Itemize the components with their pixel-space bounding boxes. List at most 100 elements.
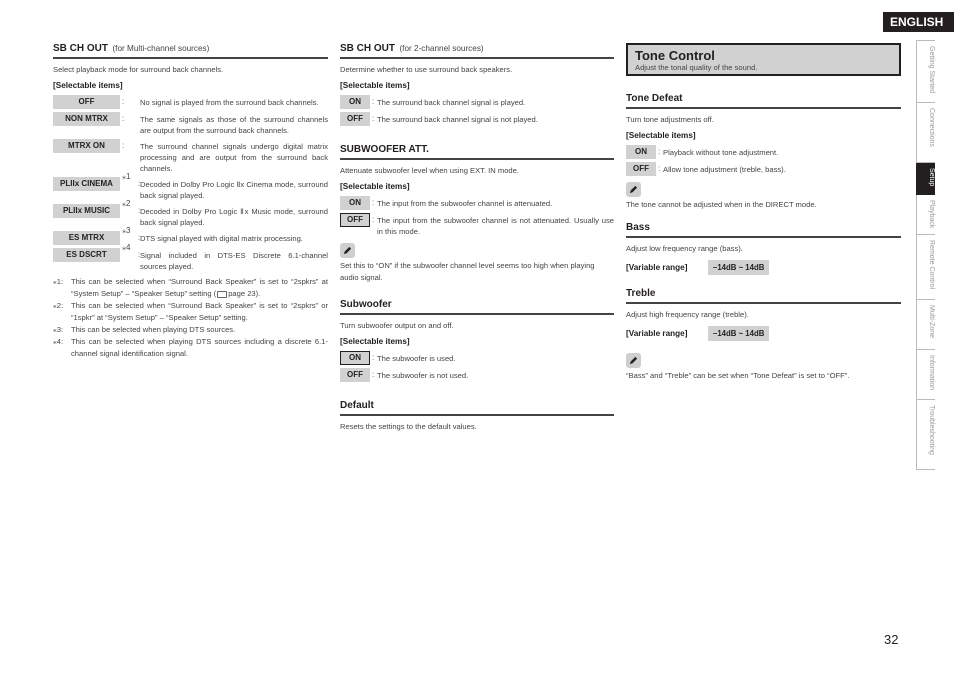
option-label: OFF — [626, 162, 656, 176]
tone-control-box: Tone Control Adjust the tonal quality of… — [626, 43, 901, 76]
colon: : — [122, 114, 125, 123]
section-title: Treble — [626, 288, 656, 299]
option-label: OFF — [340, 368, 370, 382]
footnote: ⁎1: This can be selected when “Surround … — [53, 276, 328, 300]
option-off: OFF : Allow tone adjustment (treble, bas… — [626, 162, 901, 176]
footnote-mark: ⁎2: — [53, 301, 64, 310]
section-title: Subwoofer — [340, 299, 392, 310]
selectable-heading: [Selectable items] — [53, 81, 123, 90]
option-off-default: OFF : The input from the subwoofer chann… — [340, 213, 614, 237]
colon: : — [372, 97, 375, 106]
tab-remote-control[interactable]: Remote Control — [916, 235, 935, 300]
footnote-text: This can be selected when playing DTS so… — [71, 337, 328, 358]
tip-text: Set this to “ON” if the subwoofer channe… — [340, 261, 595, 282]
tip-text: The tone cannot be adjusted when in the … — [626, 200, 817, 209]
colon: : — [122, 97, 125, 106]
option-text: DTS signal played with digital matrix pr… — [140, 234, 303, 243]
option-label: PLIIx MUSIC — [53, 204, 120, 218]
tab-getting-started[interactable]: Getting Started — [916, 40, 935, 103]
option-text: The input from the subwoofer channel is … — [377, 216, 614, 236]
selectable-heading: [Selectable items] — [340, 182, 410, 191]
section-header: SB CH OUT (for 2-channel sources) — [340, 38, 614, 59]
option-text: The input from the subwoofer channel is … — [377, 199, 553, 208]
tab-information[interactable]: Information — [916, 350, 935, 400]
colon: : — [372, 370, 375, 379]
option-text: The same signals as those of the surroun… — [140, 115, 328, 135]
option-pliix-cinema: PLIIx CINEMA ⁎1 : Decoded in Dolby Pro L… — [53, 172, 328, 201]
colon: : — [658, 164, 661, 173]
option-text: Signal included in DTS-ES Discrete 6.1-c… — [140, 251, 328, 271]
language-label: ENGLISH — [883, 12, 954, 32]
pencil-icon — [626, 182, 641, 197]
section-title: SUBWOOFER ATT. — [340, 144, 429, 155]
option-off: OFF : The surround back channel signal i… — [340, 112, 614, 126]
option-text: The surround channel signals undergo dig… — [140, 142, 328, 173]
footnote-text: This can be selected when “Surround Back… — [71, 276, 328, 300]
tab-setup[interactable]: Setup — [916, 163, 935, 195]
footnote-mark: ⁎1 — [122, 172, 131, 181]
option-label: ES MTRX — [53, 231, 120, 245]
tab-multi-zone[interactable]: Multi-Zone — [916, 300, 935, 350]
column-sb-ch-out-multi: SB CH OUT (for Multi-channel sources) Se… — [53, 38, 328, 360]
option-label: ON — [340, 196, 370, 210]
footnote: ⁎4: This can be selected when playing DT… — [53, 336, 328, 360]
footnote-mark: ⁎4: — [53, 337, 64, 346]
section-title: Tone Defeat — [626, 93, 683, 104]
colon: : — [122, 141, 125, 150]
option-on: ON : Playback without tone adjustment. — [626, 145, 901, 159]
option-label: OFF — [53, 95, 120, 109]
section-header: Default — [340, 395, 614, 416]
tip-text: “Bass” and “Treble” can be set when “Ton… — [626, 371, 850, 380]
tab-playback[interactable]: Playback — [916, 195, 935, 235]
footnote-mark: ⁎3: — [53, 325, 64, 334]
colon: : — [372, 353, 375, 362]
option-text: The surround back channel signal is not … — [377, 115, 538, 124]
option-label: OFF — [340, 112, 370, 126]
section-description: Determine whether to use surround back s… — [340, 65, 513, 74]
page-number: 32 — [884, 632, 899, 647]
tone-control-title: Tone Control — [635, 48, 715, 63]
section-description: Adjust low frequency range (bass). — [626, 244, 743, 253]
footnote: ⁎3: This can be selected when playing DT… — [53, 324, 328, 336]
tone-control-subtitle: Adjust the tonal quality of the sound. — [635, 63, 758, 72]
option-off: OFF : No signal is played from the surro… — [53, 95, 328, 109]
option-pliix-music: PLIIx MUSIC ⁎2 : Decoded in Dolby Pro Lo… — [53, 199, 328, 228]
section-description: Turn subwoofer output on and off. — [340, 321, 454, 330]
option-es-dscrt: ES DSCRT ⁎4 : Signal included in DTS-ES … — [53, 243, 328, 272]
section-title: Default — [340, 400, 374, 411]
option-label: MTRX ON — [53, 139, 120, 153]
section-subtitle: (for 2-channel sources) — [399, 44, 484, 53]
footnote-text: This can be selected when “Surround Back… — [71, 301, 328, 322]
section-title: SB CH OUT — [340, 43, 395, 54]
option-label: ON — [626, 145, 656, 159]
footnotes: ⁎1: This can be selected when “Surround … — [53, 276, 328, 360]
column-tone-control: Tone Control Adjust the tonal quality of… — [626, 43, 901, 392]
option-label: NON MTRX — [53, 112, 120, 126]
option-es-mtrx: ES MTRX ⁎3 : DTS signal played with digi… — [53, 226, 328, 245]
chapter-tabs: Getting Started Connections Setup Playba… — [916, 40, 954, 470]
option-text: The subwoofer is used. — [377, 354, 456, 363]
page-reference-link[interactable]: page 23). — [228, 289, 260, 298]
pencil-icon — [340, 243, 355, 258]
section-subtitle: (for Multi-channel sources) — [112, 44, 210, 53]
option-off: OFF : The subwoofer is not used. — [340, 368, 614, 382]
option-text: Decoded in Dolby Pro Logic Ⅱx Cinema mod… — [140, 180, 328, 200]
footnote-text-part: This can be selected when “Surround Back… — [71, 277, 328, 298]
tab-connections[interactable]: Connections — [916, 103, 935, 163]
column-sb-2ch-subwoofer: SB CH OUT (for 2-channel sources) Determ… — [340, 38, 614, 438]
option-on: ON : The input from the subwoofer channe… — [340, 196, 614, 210]
colon: : — [372, 198, 375, 207]
section-description: Adjust high frequency range (treble). — [626, 310, 749, 319]
selectable-heading: [Selectable items] — [626, 131, 696, 140]
variable-range-row: [Variable range] –14dB ~ 14dB — [626, 326, 901, 341]
option-mtrx-on: MTRX ON : The surround channel signals u… — [53, 139, 328, 174]
tab-troubleshooting[interactable]: Troubleshooting — [916, 400, 935, 470]
option-text: The surround back channel signal is play… — [377, 98, 526, 107]
range-label: [Variable range] — [626, 329, 688, 338]
section-title: SB CH OUT — [53, 43, 108, 54]
range-value: –14dB ~ 14dB — [708, 260, 770, 275]
section-header: Treble — [626, 283, 901, 304]
colon: : — [658, 147, 661, 156]
option-text: The subwoofer is not used. — [377, 371, 469, 380]
section-header: Bass — [626, 217, 901, 238]
